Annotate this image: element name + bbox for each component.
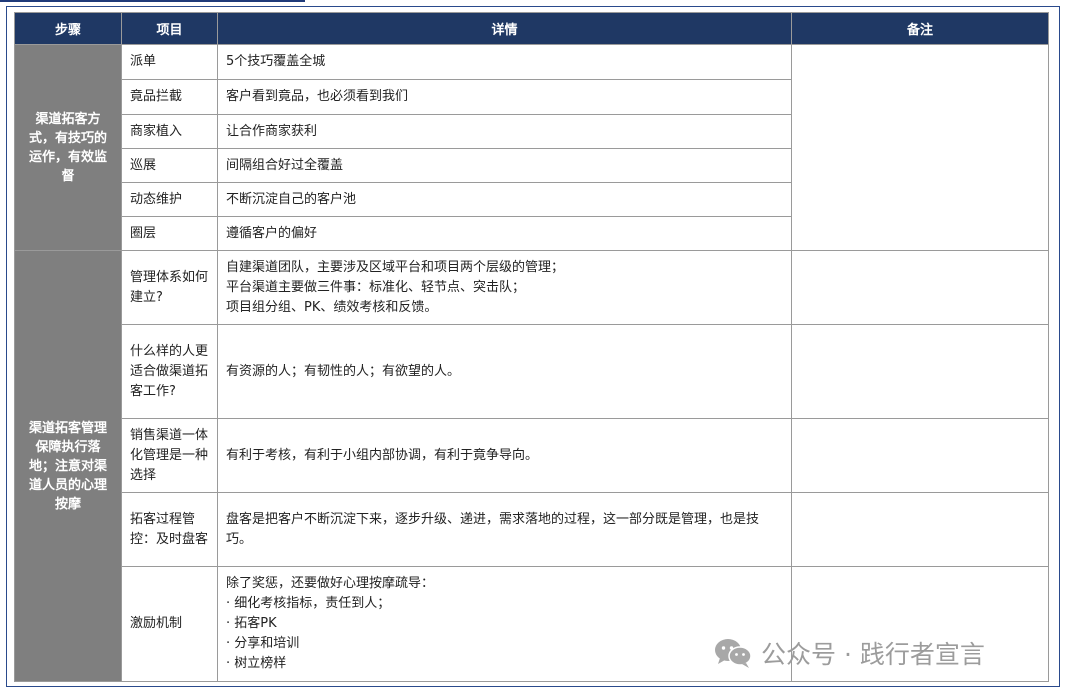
header-item: 项目	[121, 12, 218, 45]
detail-line: 自建渠道团队，主要涉及区域平台和项目两个层级的管理；	[226, 259, 565, 275]
detail-line: 平台渠道主要做三件事：标准化、轻节点、突击队；	[226, 279, 526, 295]
detail-cell: 有利于考核，有利于小组内部协调，有利于竟争导向。	[217, 418, 792, 493]
note-cell	[791, 250, 1049, 325]
item-cell: 商家植入	[121, 114, 218, 149]
detail-line: 不断沉淀自己的客户池	[226, 191, 357, 207]
note-cell	[791, 492, 1049, 567]
item-cell: 激励机制	[121, 566, 218, 682]
item-cell: 动态维护	[121, 182, 218, 217]
header-detail: 详情	[217, 12, 792, 45]
detail-cell: 间隔组合好过全覆盖	[217, 148, 792, 183]
detail-cell: 不断沉淀自己的客户池	[217, 182, 792, 217]
detail-line: 盘客是把客户不断沉淀下来，逐步升级、递进，需求落地的过程，这一部分既是管理，也是…	[226, 511, 760, 547]
detail-cell: 自建渠道团队，主要涉及区域平台和项目两个层级的管理； 平台渠道主要做三件事：标准…	[217, 250, 792, 325]
watermark-text: 公众号 · 践行者宣言	[761, 640, 985, 669]
detail-line: · 细化考核指标，责任到人；	[226, 596, 391, 611]
channel-table: 步骤 项目 详情 备注 渠道拓客方式，有技巧的运作，有效监督 派单 5个技巧覆盖…	[14, 12, 1049, 682]
detail-line: 除了奖惩，还要做好心理按摩疏导：	[226, 576, 435, 591]
note-cell	[791, 418, 1049, 493]
item-cell: 拓客过程管控：及时盘客	[121, 492, 218, 567]
table-row: 渠道拓客方式，有技巧的运作，有效监督 派单 5个技巧覆盖全城	[14, 44, 1049, 251]
detail-line: 客户看到竟品，也必须看到我们	[226, 89, 409, 104]
step-cell: 渠道拓客管理保障执行落地；注意对渠道人员的心理按摩	[14, 250, 122, 682]
wechat-icon	[715, 639, 752, 668]
detail-cell: 除了奖惩，还要做好心理按摩疏导： · 细化考核指标，责任到人； · 拓客PK ·…	[217, 566, 792, 682]
note-cell	[791, 324, 1049, 419]
note-cell	[791, 44, 1049, 251]
watermark: 公众号 · 践行者宣言	[713, 633, 985, 673]
item-cell: 销售渠道一体化管理是一种选择	[121, 418, 218, 493]
table-row: 拓客过程管控：及时盘客 盘客是把客户不断沉淀下来，逐步升级、递进，需求落地的过程…	[15, 492, 1049, 567]
detail-line: 5个技巧覆盖全城	[226, 54, 326, 69]
detail-line: 遵循客户的偏好	[226, 225, 318, 241]
detail-line: 项目组分组、PK、绩效考核和反馈。	[226, 299, 438, 315]
step-cell: 渠道拓客方式，有技巧的运作，有效监督	[14, 44, 122, 251]
header-row: 步骤 项目 详情 备注	[14, 12, 1049, 45]
item-cell: 派单	[121, 44, 218, 80]
table-row: 销售渠道一体化管理是一种选择 有利于考核，有利于小组内部协调，有利于竟争导向。	[15, 418, 1049, 493]
detail-cell: 客户看到竟品，也必须看到我们	[217, 79, 792, 115]
table-row: 什么样的人更适合做渠道拓客工作? 有资源的人；有韧性的人；有欲望的人。	[15, 324, 1049, 419]
detail-cell: 有资源的人；有韧性的人；有欲望的人。	[217, 324, 792, 419]
detail-line: 间隔组合好过全覆盖	[226, 157, 344, 173]
header-step: 步骤	[14, 12, 122, 45]
detail-cell: 遵循客户的偏好	[217, 216, 792, 251]
detail-line: · 树立榜样	[226, 656, 287, 671]
detail-cell: 盘客是把客户不断沉淀下来，逐步升级、递进，需求落地的过程，这一部分既是管理，也是…	[217, 492, 792, 567]
item-cell: 竟品拦截	[121, 79, 218, 115]
detail-line: · 拓客PK	[226, 616, 277, 631]
item-cell: 巡展	[121, 148, 218, 183]
item-cell: 圈层	[121, 216, 218, 251]
top-accent-line	[0, 0, 305, 2]
detail-line: 让合作商家获利	[226, 123, 318, 139]
detail-cell: 让合作商家获利	[217, 114, 792, 149]
header-note: 备注	[791, 12, 1049, 45]
item-cell: 管理体系如何建立?	[121, 250, 218, 325]
detail-cell: 5个技巧覆盖全城	[217, 44, 792, 80]
detail-line: · 分享和培训	[226, 636, 300, 651]
item-cell: 什么样的人更适合做渠道拓客工作?	[121, 324, 218, 419]
detail-line: 有利于考核，有利于小组内部协调，有利于竟争导向。	[226, 447, 539, 463]
detail-line: 有资源的人；有韧性的人；有欲望的人。	[226, 363, 461, 379]
table-row: 渠道拓客管理保障执行落地；注意对渠道人员的心理按摩 管理体系如何建立? 自建渠道…	[14, 250, 1049, 682]
